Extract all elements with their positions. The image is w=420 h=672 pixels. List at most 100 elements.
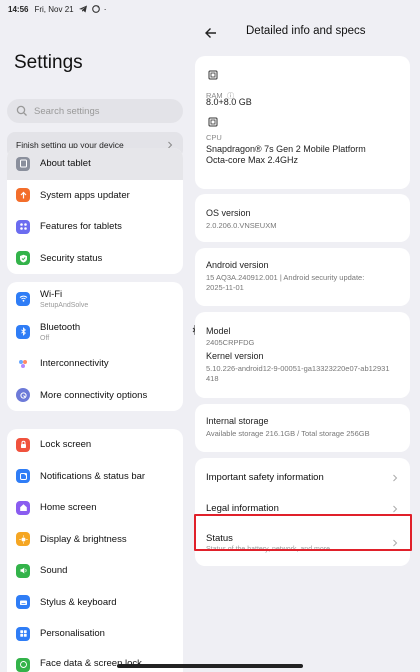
shield-check-icon [16,251,30,266]
clock: 14:56 [8,4,29,14]
link-sublabel: Status of the battery, network, and more [206,546,330,553]
search-input[interactable]: Search settings [7,99,183,123]
sidebar-item-notifications[interactable]: Notifications & status bar [7,461,183,493]
date: Fri, Nov 21 [34,4,74,14]
detail-pane: Detailed info and specs RAM ⓘ 8.0+8.0 GB… [190,18,420,672]
status-bar: 14:56 Fri, Nov 21 · [0,0,420,335]
search-placeholder: Search settings [34,105,100,117]
sidebar-item-bluetooth[interactable]: Bluetooth Off [7,315,183,348]
android-version-label: Android version [206,260,269,270]
sidebar-item-label: Display & brightness [40,533,127,545]
sidebar-item-label: System apps updater [40,189,130,201]
link-label: Important safety information [206,472,324,483]
sidebar-item-sound[interactable]: Sound [7,555,183,587]
sidebar-item-label: Lock screen [40,439,92,451]
search-icon [16,105,27,116]
sidebar-item-label: Sound [40,565,68,577]
arrow-up-icon [16,188,30,203]
page-title: Settings [14,52,83,73]
sync-icon [91,5,100,13]
cpu-value-line2: Octa-core Max 2.4GHz [206,155,299,165]
sidebar-item-label: Home screen [40,502,97,514]
sidebar-item-about-tablet[interactable]: About tablet [7,148,183,180]
bluetooth-icon [16,324,30,339]
android-version-value-line2: 2025-11-01 [206,283,244,292]
android-version-card[interactable]: Android version 15 AQ3A.240912.001 | And… [195,248,410,306]
wifi-icon [16,291,30,306]
lock-icon [16,437,30,452]
sidebar-item-system-apps-updater[interactable]: System apps updater [7,180,183,212]
sidebar-item-label: Stylus & keyboard [40,596,117,608]
kernel-value-line1: 5.10.226-android12-9-00051-ga13323220e07… [206,364,390,373]
sun-icon [16,532,30,547]
link-label: Legal information [206,503,279,514]
settings-group-device: About tablet System apps updater Feature… [7,148,183,274]
android-version-value-line1: 15 AQ3A.240912.001 | Android security up… [206,273,365,282]
storage-label: Internal storage [206,416,269,426]
sidebar-item-security-status[interactable]: Security status [7,243,183,275]
sidebar-item-label: Features for tablets [40,221,122,233]
storage-value: Available storage 216.1GB / Total storag… [206,429,370,438]
sidebar-item-lock-screen[interactable]: Lock screen [7,429,183,461]
cpu-value-line1: Snapdragon® 7s Gen 2 Mobile Platform [206,144,366,154]
more-notifications-icon: · [103,4,107,14]
sidebar-item-wifi[interactable]: Wi-Fi SetupAndSolve [7,282,183,315]
chevron-right-icon [393,474,398,481]
sidebar-item-home-screen[interactable]: Home screen [7,492,183,524]
sidebar-item-more-connectivity[interactable]: More connectivity options [7,380,183,412]
os-version-value: 2.0.206.0.VNSEUXM [206,221,277,230]
notification-icon [16,469,30,484]
status-link[interactable]: Status Status of the battery, network, a… [204,524,401,562]
speaker-icon [16,563,30,578]
home-indicator[interactable] [117,664,303,668]
sidebar-item-sublabel: Off [40,334,50,342]
link-icon [16,388,30,403]
sidebar-item-label: Notifications & status bar [40,470,146,482]
sidebar-item-interconnectivity[interactable]: Interconnectivity [7,348,183,380]
sidebar-item-stylus-keyboard[interactable]: Stylus & keyboard [7,587,183,619]
hardware-card: RAM ⓘ 8.0+8.0 GB CPU Snapdragon® 7s Gen … [195,56,410,189]
sidebar-item-label: Personalisation [40,628,105,640]
sidebar-item-label: About tablet [40,158,91,170]
model-kernel-card: Model 2405CRPFDG Kernel version 5.10.226… [195,312,410,398]
tablet-icon [16,156,30,171]
cpu-label: CPU [206,133,222,142]
settings-group-connectivity: Wi-Fi SetupAndSolve Bluetooth Off Interc… [7,282,183,411]
sidebar-item-display[interactable]: Display & brightness [7,524,183,556]
grid-icon [16,219,30,234]
ram-value: 8.0+8.0 GB [206,97,252,107]
storage-card[interactable]: Internal storage Available storage 216.1… [195,404,410,452]
important-safety-information-link[interactable]: Important safety information [204,462,401,493]
legal-information-link[interactable]: Legal information [204,493,401,524]
sidebar-item-label: Bluetooth [40,321,81,333]
os-version-label: OS version [206,208,251,218]
os-version-card[interactable]: OS version 2.0.206.0.VNSEUXM [195,194,410,242]
kernel-label: Kernel version [206,351,264,361]
sidebar-item-sublabel: SetupAndSolve [40,301,89,309]
notification-icons: · [78,4,107,14]
back-arrow-icon[interactable] [204,26,218,40]
dots-icon [16,356,30,371]
sidebar-item-label: Interconnectivity [40,358,109,370]
cpu-icon [208,117,218,127]
settings-list-pane: Settings Search settings Finish setting … [0,18,190,672]
telegram-icon [78,5,87,13]
link-label: Status [206,533,233,544]
ram-icon [208,70,218,80]
keyboard-icon [16,595,30,610]
sidebar-item-label: More connectivity options [40,389,148,401]
sidebar-item-personalisation[interactable]: Personalisation [7,618,183,650]
sidebar-item-label: Wi-Fi [40,288,63,300]
model-label: Model [206,326,231,336]
info-links-card: Important safety information Legal infor… [195,458,410,566]
model-value: 2405CRPFDG [206,338,255,347]
chevron-right-icon [393,539,398,547]
sidebar-item-features-for-tablets[interactable]: Features for tablets [7,211,183,243]
kernel-value-line2: 418 [206,374,219,383]
home-icon [16,500,30,515]
face-icon [16,657,30,672]
detail-title: Detailed info and specs [246,25,366,37]
palette-icon [16,626,30,641]
sidebar-item-label: Security status [40,252,103,264]
settings-group-personal: Lock screen Notifications & status bar H… [7,429,183,672]
